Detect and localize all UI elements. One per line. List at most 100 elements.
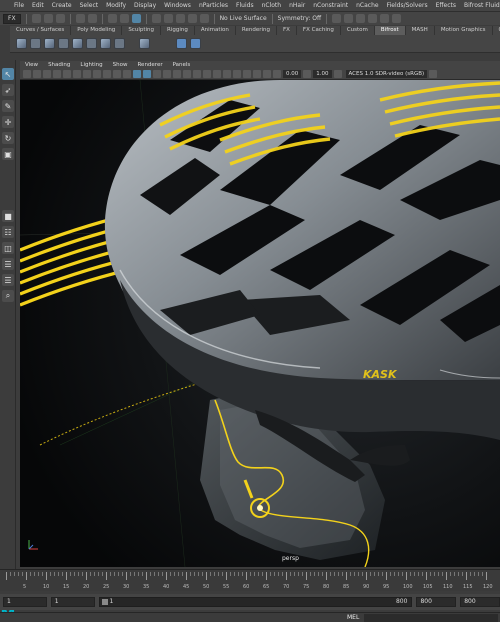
menu-item-fields-solvers[interactable]: Fields/Solvers <box>383 0 432 11</box>
panel-menu-lighting[interactable]: Lighting <box>75 61 107 69</box>
wireframe-on-shaded-icon[interactable] <box>153 70 161 78</box>
scene-end-field[interactable]: 800 <box>460 597 500 607</box>
shelf-tab-curves-surfaces[interactable]: Curves / Surfaces <box>10 26 72 35</box>
shelf-tool-icon[interactable] <box>114 38 125 49</box>
save-scene-icon[interactable] <box>55 14 65 23</box>
menu-item-fluids[interactable]: Fluids <box>232 0 258 11</box>
select-tool-icon[interactable]: ↖ <box>2 68 14 80</box>
camera-attributes-icon[interactable] <box>33 70 41 78</box>
panel-layout-icon[interactable] <box>429 70 438 78</box>
xray-components-icon[interactable] <box>263 70 271 78</box>
shelf-tab-custom[interactable]: Custom <box>340 26 375 35</box>
side-by-side-layout-icon[interactable]: ◫ <box>2 242 14 254</box>
viewport-3d[interactable]: KASK persp <box>20 80 500 567</box>
menu-item-nhair[interactable]: nHair <box>285 0 309 11</box>
range-slider-handle[interactable] <box>101 599 108 605</box>
script-language-label[interactable]: MEL <box>347 614 359 621</box>
menu-item-display[interactable]: Display <box>130 0 160 11</box>
snap-view-plane-icon[interactable] <box>187 14 197 23</box>
panel-menu-panels[interactable]: Panels <box>168 61 196 69</box>
image-plane-icon[interactable] <box>53 70 61 78</box>
ambient-occlusion-icon[interactable] <box>193 70 201 78</box>
rotate-tool-icon[interactable]: ↻ <box>2 132 14 144</box>
wireframe-icon[interactable] <box>133 70 141 78</box>
shelf-tab-animation[interactable]: Animation <box>194 26 236 35</box>
multisample-aa-icon[interactable] <box>213 70 221 78</box>
exposure-field[interactable]: 0.00 <box>283 70 302 78</box>
shelf-tab-rigging[interactable]: Rigging <box>161 26 195 35</box>
shelf-tool-icon[interactable] <box>58 38 69 49</box>
menu-item-file[interactable]: File <box>0 0 28 11</box>
menu-item-create[interactable]: Create <box>48 0 76 11</box>
shelf-tab-fx[interactable]: FX <box>276 26 297 35</box>
smooth-shade-icon[interactable] <box>143 70 151 78</box>
single-view-layout-icon[interactable]: ■ <box>2 210 14 222</box>
snap-point-icon[interactable] <box>175 14 185 23</box>
outliner-layout-icon[interactable]: ☰ <box>2 258 14 270</box>
move-tool-icon[interactable]: ✛ <box>2 116 14 128</box>
xray-icon[interactable] <box>243 70 251 78</box>
motion-blur-icon[interactable] <box>203 70 211 78</box>
menuset-dropdown[interactable]: FX <box>3 13 21 24</box>
textured-icon[interactable] <box>163 70 171 78</box>
shelf-tool-icon[interactable] <box>16 38 27 49</box>
xray-joints-icon[interactable] <box>253 70 261 78</box>
lasso-tool-icon[interactable]: ➶ <box>2 84 14 96</box>
range-slider[interactable]: 1 800 <box>98 597 413 607</box>
menu-item-select[interactable]: Select <box>76 0 103 11</box>
shelf-tool-icon[interactable] <box>44 38 55 49</box>
shelf-tab-motion-graphics[interactable]: Motion Graphics <box>434 26 493 35</box>
panel-menu-view[interactable]: View <box>20 61 43 69</box>
menu-item-nparticles[interactable]: nParticles <box>195 0 232 11</box>
isolate-select-icon[interactable] <box>233 70 241 78</box>
shelf-tool-icon[interactable] <box>72 38 83 49</box>
color-management-icon[interactable] <box>333 70 342 78</box>
four-view-layout-icon[interactable]: ☷ <box>2 226 14 238</box>
shelf-tab-quadremesh[interactable]: Quadremesh <box>492 26 500 35</box>
symmetry-dropdown[interactable]: Symmetry: Off <box>278 15 321 22</box>
panel-menu-renderer[interactable]: Renderer <box>132 61 167 69</box>
shelf-tool-icon[interactable] <box>139 38 150 49</box>
grid-icon[interactable] <box>63 70 71 78</box>
menu-item-edit[interactable]: Edit <box>28 0 48 11</box>
redo-icon[interactable] <box>87 14 97 23</box>
color-space-dropdown[interactable]: ACES 1.0 SDR-video (sRGB) <box>345 70 428 78</box>
menu-item-ncache[interactable]: nCache <box>352 0 382 11</box>
menu-item-windows[interactable]: Windows <box>160 0 195 11</box>
shelf-tool-icon[interactable] <box>190 38 201 49</box>
new-scene-icon[interactable] <box>31 14 41 23</box>
ipr-render-icon[interactable] <box>344 14 354 23</box>
bookmark-icon[interactable] <box>43 70 51 78</box>
panel-menu-shading[interactable]: Shading <box>43 61 75 69</box>
command-input[interactable] <box>364 614 498 622</box>
snap-curve-icon[interactable] <box>163 14 173 23</box>
playback-start-field[interactable]: 1 <box>50 597 95 607</box>
paint-select-tool-icon[interactable]: ✎ <box>2 100 14 112</box>
live-surface-label[interactable]: No Live Surface <box>220 15 267 22</box>
menu-item-effects[interactable]: Effects <box>432 0 460 11</box>
shelf-tool-icon[interactable] <box>176 38 187 49</box>
select-camera-icon[interactable] <box>23 70 31 78</box>
menu-item-ncloth[interactable]: nCloth <box>258 0 286 11</box>
gamma-icon[interactable] <box>303 70 312 78</box>
light-editor-icon[interactable] <box>392 14 402 23</box>
panel-menu-show[interactable]: Show <box>108 61 133 69</box>
hypershade-icon[interactable] <box>368 14 378 23</box>
menu-item-modify[interactable]: Modify <box>102 0 130 11</box>
shelf-tab-mash[interactable]: MASH <box>405 26 435 35</box>
graph-layout-icon[interactable]: ☰ <box>2 274 14 286</box>
make-live-icon[interactable] <box>199 14 209 23</box>
shelf-tab-fx-caching[interactable]: FX Caching <box>296 26 341 35</box>
scene-start-field[interactable]: 1 <box>3 597 47 607</box>
open-scene-icon[interactable] <box>43 14 53 23</box>
select-object-icon[interactable] <box>119 14 129 23</box>
shelf-tab-sculpting[interactable]: Sculpting <box>122 26 161 35</box>
film-gate-icon[interactable] <box>73 70 81 78</box>
playback-end-field[interactable]: 800 <box>416 597 457 607</box>
shadows-icon[interactable] <box>183 70 191 78</box>
menu-item-bifrost-fluids[interactable]: Bifrost Fluids <box>460 0 500 11</box>
shelf-tool-icon[interactable] <box>86 38 97 49</box>
field-chart-icon[interactable] <box>103 70 111 78</box>
depth-of-field-icon[interactable] <box>223 70 231 78</box>
safe-action-icon[interactable] <box>113 70 121 78</box>
